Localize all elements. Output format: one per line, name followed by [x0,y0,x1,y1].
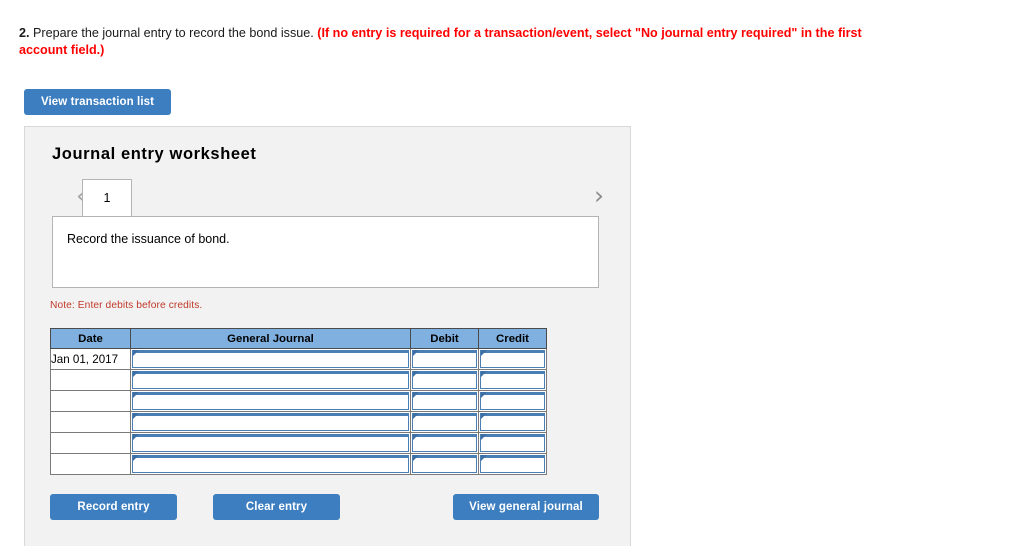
credit-input[interactable] [480,371,545,389]
general-journal-input[interactable] [132,392,409,410]
debit-input[interactable] [412,413,477,431]
general-journal-input[interactable] [132,434,409,452]
credit-input[interactable] [480,350,545,368]
panel-title: Journal entry worksheet [52,145,257,163]
credit-cell[interactable] [478,390,547,412]
view-transaction-list-button[interactable]: View transaction list [24,89,171,115]
general-journal-cell[interactable] [130,411,411,433]
transaction-description-text: Record the issuance of bond. [67,232,230,246]
general-journal-cell[interactable] [130,369,411,391]
debits-before-credits-note: Note: Enter debits before credits. [50,300,203,311]
general-journal-cell[interactable] [130,348,411,370]
worksheet-tabstrip: ‹ 1 › [25,179,632,217]
general-journal-cell[interactable] [130,432,411,454]
general-journal-input[interactable] [132,413,409,431]
general-journal-input[interactable] [132,455,409,473]
date-cell[interactable] [50,369,131,391]
column-header-debit: Debit [410,328,479,349]
credit-cell[interactable] [478,432,547,454]
table-row [50,411,547,433]
credit-cell[interactable] [478,369,547,391]
debit-cell[interactable] [410,369,479,391]
journal-entry-table: Date General Journal Debit Credit Jan 01… [50,328,547,475]
general-journal-input[interactable] [132,371,409,389]
question-number: 2. [19,26,30,40]
table-row [50,453,547,475]
general-journal-cell[interactable] [130,453,411,475]
credit-cell[interactable] [478,348,547,370]
credit-input[interactable] [480,455,545,473]
debit-cell[interactable] [410,432,479,454]
credit-input[interactable] [480,392,545,410]
date-cell[interactable] [50,453,131,475]
transaction-description-box[interactable]: Record the issuance of bond. [52,216,599,288]
general-journal-input[interactable] [132,350,409,368]
chevron-right-icon[interactable]: › [588,181,610,213]
debit-input[interactable] [412,455,477,473]
debit-cell[interactable] [410,348,479,370]
debit-cell[interactable] [410,390,479,412]
date-cell[interactable] [50,411,131,433]
table-row [50,432,547,454]
table-row [50,369,547,391]
date-cell[interactable]: Jan 01, 2017 [50,348,131,370]
debit-input[interactable] [412,434,477,452]
table-header-row: Date General Journal Debit Credit [50,328,547,349]
date-cell[interactable] [50,432,131,454]
table-row: Jan 01, 2017 [50,348,547,370]
journal-entry-worksheet-panel: Journal entry worksheet ‹ 1 › Record the… [24,126,631,546]
table-row [50,390,547,412]
clear-entry-button[interactable]: Clear entry [213,494,340,520]
column-header-date: Date [50,328,131,349]
tab-worksheet-1[interactable]: 1 [82,179,132,217]
debit-cell[interactable] [410,453,479,475]
view-general-journal-button[interactable]: View general journal [453,494,599,520]
debit-input[interactable] [412,371,477,389]
credit-cell[interactable] [478,411,547,433]
question-text: Prepare the journal entry to record the … [29,26,318,40]
date-cell[interactable] [50,390,131,412]
credit-input[interactable] [480,413,545,431]
column-header-general-journal: General Journal [130,328,411,349]
debit-input[interactable] [412,350,477,368]
general-journal-cell[interactable] [130,390,411,412]
debit-cell[interactable] [410,411,479,433]
credit-cell[interactable] [478,453,547,475]
record-entry-button[interactable]: Record entry [50,494,177,520]
credit-input[interactable] [480,434,545,452]
debit-input[interactable] [412,392,477,410]
column-header-credit: Credit [478,328,547,349]
question-prompt: 2. Prepare the journal entry to record t… [19,25,864,59]
